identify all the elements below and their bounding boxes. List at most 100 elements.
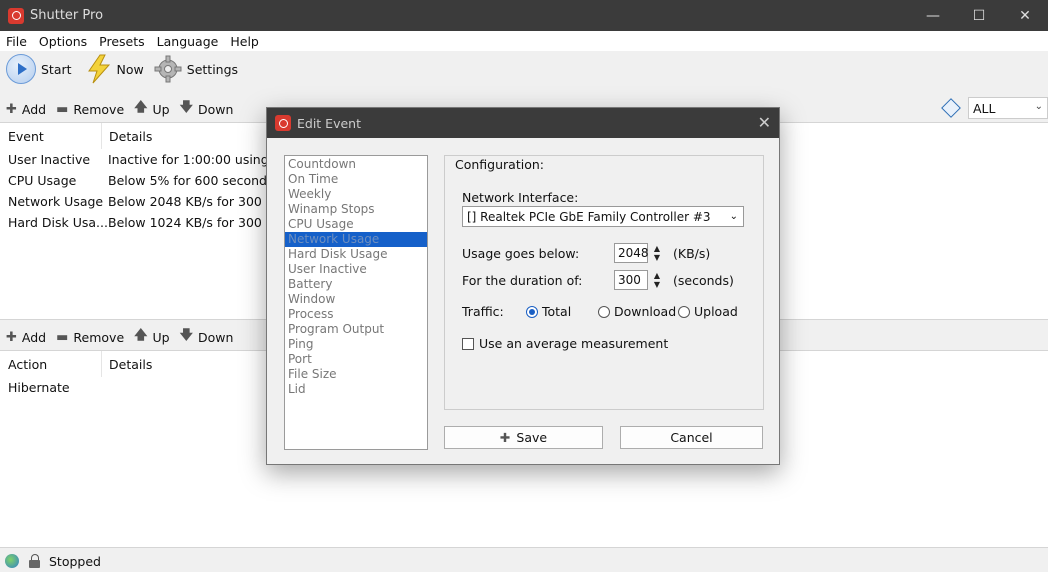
play-icon bbox=[6, 54, 36, 84]
settings-button[interactable]: Settings bbox=[154, 55, 238, 83]
menu-presets[interactable]: Presets bbox=[93, 34, 151, 49]
traffic-download-radio[interactable]: Download bbox=[598, 304, 676, 319]
column-header-action[interactable]: Action bbox=[8, 351, 47, 377]
menu-language[interactable]: Language bbox=[151, 34, 225, 49]
remove-action-button[interactable]: ▬ Remove bbox=[56, 330, 124, 345]
dialog-title: Edit Event bbox=[297, 115, 361, 131]
start-label: Start bbox=[41, 61, 72, 77]
event-filter: ALL ⌄ bbox=[941, 97, 1048, 119]
plus-icon: ✚ bbox=[6, 329, 17, 345]
settings-label: Settings bbox=[186, 61, 239, 77]
network-interface-label: Network Interface: bbox=[462, 190, 579, 205]
usage-spinner[interactable]: ▲ ▼ bbox=[650, 242, 664, 264]
event-type-item[interactable]: Winamp Stops bbox=[285, 202, 427, 217]
spin-up-icon[interactable]: ▲ bbox=[654, 244, 660, 253]
events-toolbar: ✚ Add ▬ Remove 🡅 Up 🡇 Down bbox=[0, 98, 243, 120]
traffic-upload-radio[interactable]: Upload bbox=[678, 304, 738, 319]
event-type-item[interactable]: Weekly bbox=[285, 187, 427, 202]
now-label: Now bbox=[116, 61, 144, 77]
lock-icon[interactable] bbox=[29, 554, 41, 568]
chevron-down-icon: ⌄ bbox=[729, 211, 738, 222]
event-type-item[interactable]: CPU Usage bbox=[285, 217, 427, 232]
average-measurement-checkbox[interactable]: Use an average measurement bbox=[462, 336, 668, 351]
status-text: Stopped bbox=[49, 553, 101, 569]
down-action-button[interactable]: 🡇 Down bbox=[180, 326, 234, 348]
event-type-item[interactable]: Countdown bbox=[285, 157, 427, 172]
menu-file[interactable]: File bbox=[0, 34, 33, 49]
usage-input[interactable]: 2048 bbox=[614, 243, 649, 263]
app-power-icon bbox=[275, 115, 291, 131]
main-toolbar: Start Now Settings bbox=[0, 51, 1048, 87]
duration-spinner[interactable]: ▲ ▼ bbox=[650, 269, 664, 291]
menu-help[interactable]: Help bbox=[224, 34, 265, 49]
duration-label: For the duration of: bbox=[462, 273, 583, 288]
configuration-legend: Configuration: bbox=[453, 157, 546, 172]
down-event-button[interactable]: 🡇 Down bbox=[180, 98, 234, 120]
menu-bar: File Options Presets Language Help bbox=[0, 31, 1048, 51]
network-interface-select[interactable]: [] Realtek PCIe GbE Family Controller #3… bbox=[462, 206, 744, 227]
column-header-details[interactable]: Details bbox=[101, 123, 152, 149]
event-type-item[interactable]: Battery bbox=[285, 277, 427, 292]
radio-icon bbox=[598, 305, 610, 318]
plus-icon: ✚ bbox=[6, 101, 17, 117]
minus-icon: ▬ bbox=[56, 329, 69, 345]
spin-down-icon[interactable]: ▼ bbox=[654, 253, 660, 262]
up-event-button[interactable]: 🡅 Up bbox=[134, 98, 169, 120]
event-type-item[interactable]: Program Output bbox=[285, 322, 427, 337]
minimize-button[interactable]: — bbox=[910, 0, 956, 31]
start-button[interactable]: Start bbox=[0, 54, 72, 84]
up-action-button[interactable]: 🡅 Up bbox=[134, 326, 169, 348]
arrow-up-icon: 🡅 bbox=[134, 100, 148, 115]
column-header-details[interactable]: Details bbox=[101, 351, 152, 377]
status-bar: Stopped bbox=[0, 550, 1048, 572]
configuration-group: Configuration: Network Interface: [] Rea… bbox=[444, 155, 764, 410]
traffic-label: Traffic: bbox=[462, 304, 504, 319]
dialog-close-button[interactable]: ✕ bbox=[758, 113, 771, 132]
filter-select[interactable]: ALL ⌄ bbox=[968, 97, 1048, 119]
event-type-item[interactable]: Ping bbox=[285, 337, 427, 352]
event-type-item[interactable]: Port bbox=[285, 352, 427, 367]
event-type-item[interactable]: Process bbox=[285, 307, 427, 322]
event-type-item[interactable]: On Time bbox=[285, 172, 427, 187]
save-button[interactable]: ✚ Save bbox=[444, 426, 603, 449]
event-type-item[interactable]: Network Usage bbox=[285, 232, 427, 247]
radio-icon bbox=[678, 305, 690, 318]
dialog-title-bar: Edit Event ✕ bbox=[267, 108, 779, 138]
duration-input[interactable]: 300 bbox=[614, 270, 648, 290]
edit-event-dialog: Edit Event ✕ Countdown On Time Weekly Winam… bbox=[266, 107, 780, 465]
arrow-up-icon: 🡅 bbox=[134, 328, 148, 343]
now-button[interactable]: Now bbox=[86, 54, 144, 84]
menu-options[interactable]: Options bbox=[33, 34, 93, 49]
duration-unit: (seconds) bbox=[673, 273, 734, 288]
arrow-down-icon: 🡇 bbox=[179, 100, 193, 115]
event-type-item[interactable]: Hard Disk Usage bbox=[285, 247, 427, 262]
minus-icon: ▬ bbox=[56, 101, 69, 117]
spin-down-icon[interactable]: ▼ bbox=[654, 280, 660, 289]
checkbox-icon bbox=[462, 337, 474, 350]
arrow-down-icon: 🡇 bbox=[179, 328, 193, 343]
filter-diamond-icon bbox=[941, 98, 961, 118]
event-type-item[interactable]: Lid bbox=[285, 382, 427, 397]
plus-icon: ✚ bbox=[499, 430, 511, 445]
spin-up-icon[interactable]: ▲ bbox=[654, 271, 660, 280]
close-button[interactable]: ✕ bbox=[1002, 0, 1048, 31]
event-type-item[interactable]: Window bbox=[285, 292, 427, 307]
title-bar: Shutter Pro — ☐ ✕ bbox=[0, 0, 1048, 31]
remove-event-button[interactable]: ▬ Remove bbox=[56, 102, 124, 117]
event-type-item[interactable]: User Inactive bbox=[285, 262, 427, 277]
window-title: Shutter Pro bbox=[30, 8, 104, 23]
globe-icon bbox=[5, 554, 19, 568]
add-action-button[interactable]: ✚ Add bbox=[6, 330, 46, 345]
traffic-total-radio[interactable]: Total bbox=[526, 304, 571, 319]
event-type-list: Countdown On Time Weekly Winamp Stops CPU Us… bbox=[284, 155, 428, 450]
maximize-button[interactable]: ☐ bbox=[956, 0, 1002, 31]
radio-selected-icon bbox=[526, 305, 538, 318]
column-header-event[interactable]: Event bbox=[8, 123, 44, 149]
event-type-item[interactable]: File Size bbox=[285, 367, 427, 382]
usage-label: Usage goes below: bbox=[462, 246, 580, 261]
chevron-down-icon: ⌄ bbox=[1034, 101, 1043, 112]
gear-icon bbox=[154, 55, 182, 83]
cancel-button[interactable]: Cancel bbox=[620, 426, 763, 449]
usage-unit: (KB/s) bbox=[673, 246, 711, 261]
add-event-button[interactable]: ✚ Add bbox=[6, 102, 46, 117]
